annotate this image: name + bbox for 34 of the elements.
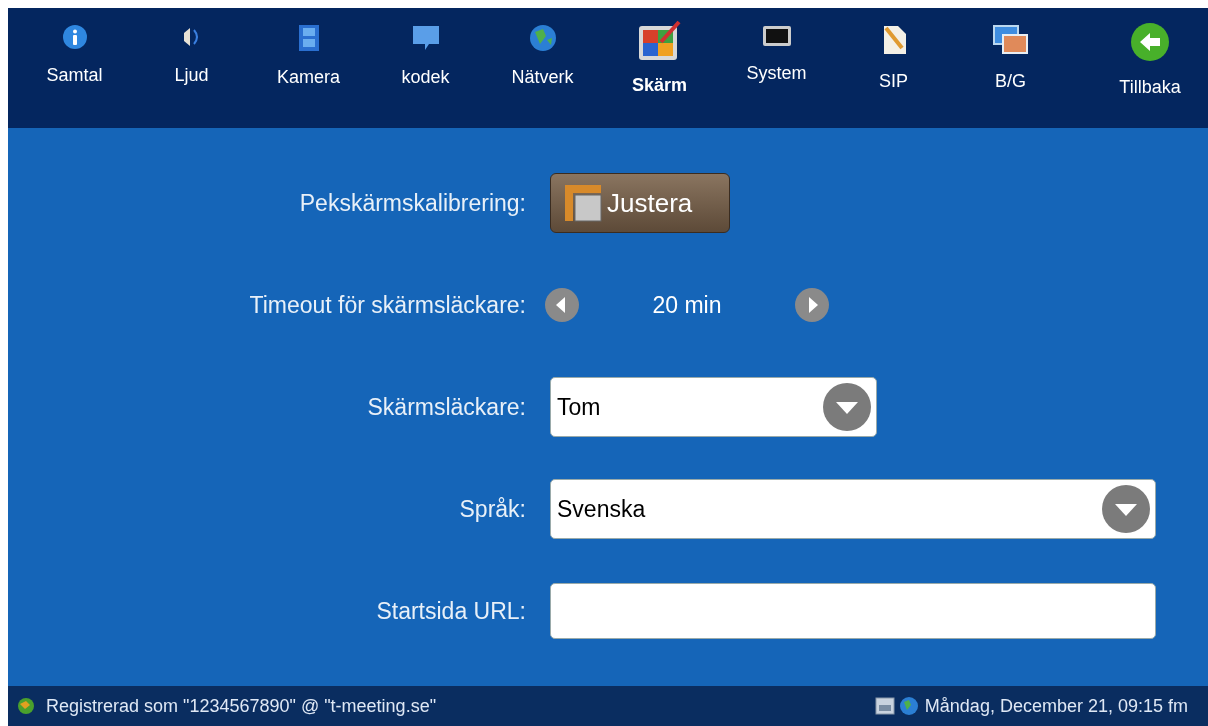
settings-tab[interactable]: kodek <box>367 8 484 120</box>
settings-tab[interactable]: Kamera <box>250 8 367 120</box>
film-icon <box>297 24 320 52</box>
settings-tab[interactable]: Ljud <box>133 8 250 120</box>
settings-tab[interactable]: SIP <box>835 8 952 120</box>
settings-tab[interactable]: Skärm <box>601 8 718 120</box>
previous-button[interactable] <box>544 287 580 323</box>
pictures-icon <box>991 24 1030 56</box>
dropdown[interactable]: Svenska <box>550 479 1156 539</box>
setting-label: Språk: <box>458 494 527 524</box>
back-button[interactable]: Tillbaka <box>1100 8 1200 120</box>
setting-label: Pekskärmskalibrering: <box>298 188 527 218</box>
registration-status: Registrerad som "1234567890" @ "t-meeting.se" <box>46 694 437 718</box>
setting-label: Skärmsläckare: <box>366 392 527 422</box>
globe-icon <box>16 696 36 716</box>
timeout-value: 20 min <box>651 290 723 320</box>
paint-palette-icon <box>636 18 683 62</box>
chat-bubble-icon <box>410 24 441 52</box>
globe-icon <box>898 696 919 716</box>
globe-icon <box>528 24 557 52</box>
date-time: Måndag, December 21, 09:15 fm <box>924 694 1188 718</box>
url-field[interactable] <box>550 583 1156 639</box>
monitor-icon <box>761 24 792 48</box>
setting-label: Timeout för skärmsläckare: <box>248 290 527 320</box>
settings-tab[interactable]: System <box>718 8 835 120</box>
dropdown[interactable]: Tom <box>550 377 877 437</box>
settings-tab[interactable]: Samtal <box>16 8 133 120</box>
picture-icon <box>874 697 895 715</box>
adjust-button[interactable]: Justera <box>550 173 730 233</box>
next-button[interactable] <box>794 287 830 323</box>
settings-tab[interactable]: B/G <box>952 8 1069 120</box>
settings-tab[interactable]: Nätverk <box>484 8 601 120</box>
info-icon <box>61 24 88 50</box>
setting-label: Startsida URL: <box>375 596 527 626</box>
